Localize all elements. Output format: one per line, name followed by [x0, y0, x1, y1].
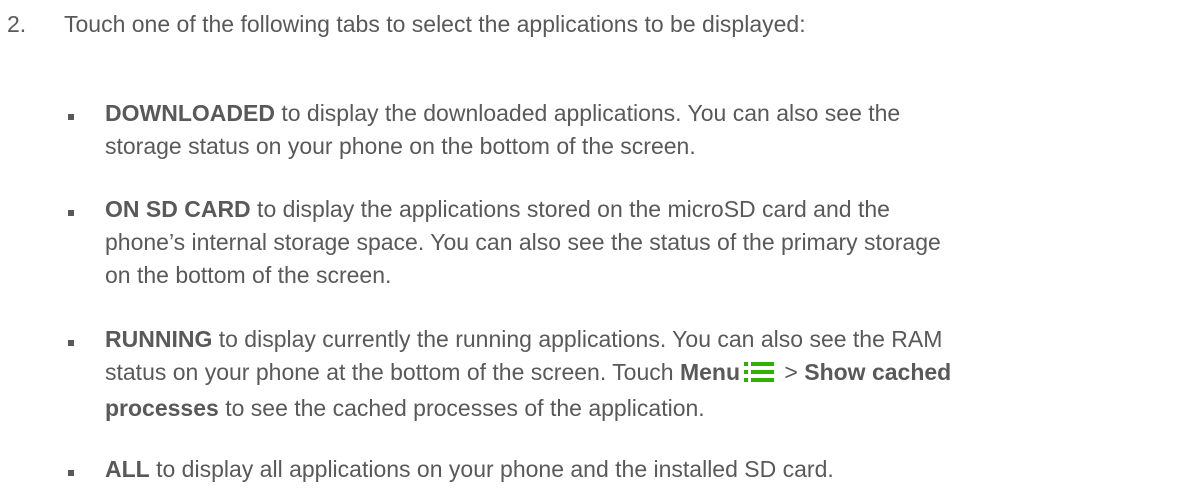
- bullet-text: ON SD CARD to display the applications s…: [105, 193, 1165, 292]
- step-2: 2. Touch one of the following tabs to se…: [0, 8, 1202, 40]
- bullet-marker: [68, 340, 74, 346]
- bullet-marker: [68, 470, 74, 476]
- bullet-term: ON SD CARD: [105, 196, 251, 222]
- bullet-term: RUNNING: [105, 326, 213, 352]
- bullet-text: ALL to display all applications on your …: [105, 453, 1165, 486]
- bullet-marker: [68, 114, 74, 120]
- menu-icon: [744, 359, 775, 392]
- step-line: 2. Touch one of the following tabs to se…: [0, 8, 1202, 40]
- menu-separator: >: [778, 359, 805, 385]
- bullet-line: to display currently the running applica…: [212, 326, 943, 352]
- bullet-line: on the bottom of the screen.: [105, 262, 392, 288]
- step-text: Touch one of the following tabs to selec…: [64, 11, 806, 37]
- bullet-line: storage status on your phone on the bott…: [105, 133, 696, 159]
- menu-label: Menu: [679, 359, 741, 385]
- bullet-term: DOWNLOADED: [105, 100, 275, 126]
- bullet-line: to see the cached processes of the appli…: [218, 395, 705, 421]
- bullet-line: phone’s internal storage space. You can …: [105, 229, 941, 255]
- bullet-line: to display all applications on your phon…: [149, 456, 834, 482]
- bullet-text: DOWNLOADED to display the downloaded app…: [105, 97, 1165, 163]
- bullet-line: status on your phone at the bottom of th…: [105, 359, 680, 385]
- bullet-line: to display the downloaded applications. …: [274, 100, 901, 126]
- step-number: 2.: [7, 11, 27, 37]
- processes-label: processes: [105, 395, 219, 421]
- show-cached-label: Show cached: [804, 359, 952, 385]
- bullet-marker: [68, 210, 74, 216]
- bullet-text: RUNNING to display currently the running…: [105, 323, 1165, 425]
- bullet-term: ALL: [105, 456, 150, 482]
- bullet-line: to display the applications stored on th…: [250, 196, 890, 222]
